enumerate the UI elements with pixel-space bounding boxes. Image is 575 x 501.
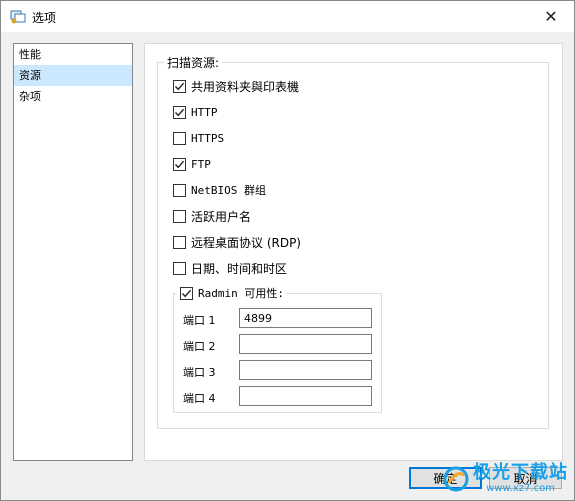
port-2-input[interactable] [239,334,372,354]
checkbox[interactable] [180,286,193,300]
check-icon [174,160,185,168]
ok-button[interactable]: 确定 [409,467,482,489]
port-4-input[interactable] [239,386,372,406]
option-ftp[interactable]: FTP [173,156,211,172]
window-title: 选项 [32,11,57,25]
checkbox[interactable] [173,105,186,119]
option-shared-folders[interactable]: 共用资料夹與印表機 [173,78,299,94]
app-icon [10,10,26,24]
option-datetime[interactable]: 日期、时间和时区 [173,260,287,276]
checkbox[interactable] [173,131,186,145]
option-label: 共用资料夹與印表機 [191,79,300,94]
port-4-label: 端口 4 [183,392,216,405]
category-list[interactable]: 性能 资源 杂项 [13,43,133,461]
check-icon [174,108,185,116]
port-1-input[interactable] [239,308,372,328]
options-dialog: 选项 ✕ 性能 资源 杂项 扫描资源: 共用资料夹與印表機 HTTP HTTPS… [0,0,575,501]
option-label: HTTP [191,105,218,119]
option-rdp[interactable]: 远程桌面协议 (RDP) [173,234,301,250]
port-3-label: 端口 3 [183,366,216,379]
port-2-label: 端口 2 [183,340,216,353]
port-1-label: 端口 1 [183,314,216,327]
check-icon [174,82,185,90]
option-label: 远程桌面协议 (RDP) [191,235,301,250]
option-label: 活跃用户名 [191,209,252,224]
option-label: HTTPS [191,131,225,145]
option-label: Radmin 可用性: [198,287,284,300]
port-3-input[interactable] [239,360,372,380]
checkbox[interactable] [173,235,186,249]
cancel-button[interactable]: 取消 [489,467,562,489]
sidebar-item-resources[interactable]: 资源 [14,65,132,86]
option-active-users[interactable]: 活跃用户名 [173,208,251,224]
close-icon: ✕ [544,7,558,26]
check-icon [181,289,192,297]
checkbox[interactable] [173,79,186,93]
option-https[interactable]: HTTPS [173,130,224,146]
option-http[interactable]: HTTP [173,104,218,120]
sidebar-item-misc[interactable]: 杂项 [14,86,132,107]
option-netbios[interactable]: NetBIOS 群组 [173,182,266,198]
option-label: 日期、时间和时区 [191,261,288,276]
option-label: FTP [191,157,211,171]
close-button[interactable]: ✕ [528,1,574,32]
option-radmin[interactable]: Radmin 可用性: [177,285,287,301]
checkbox[interactable] [173,209,186,223]
sidebar-item-performance[interactable]: 性能 [14,44,132,65]
checkbox[interactable] [173,157,186,171]
option-label: NetBIOS 群组 [191,184,266,197]
checkbox[interactable] [173,183,186,197]
title-bar: 选项 ✕ [1,1,574,32]
scan-resources-label: 扫描资源: [164,54,223,71]
checkbox[interactable] [173,261,186,275]
